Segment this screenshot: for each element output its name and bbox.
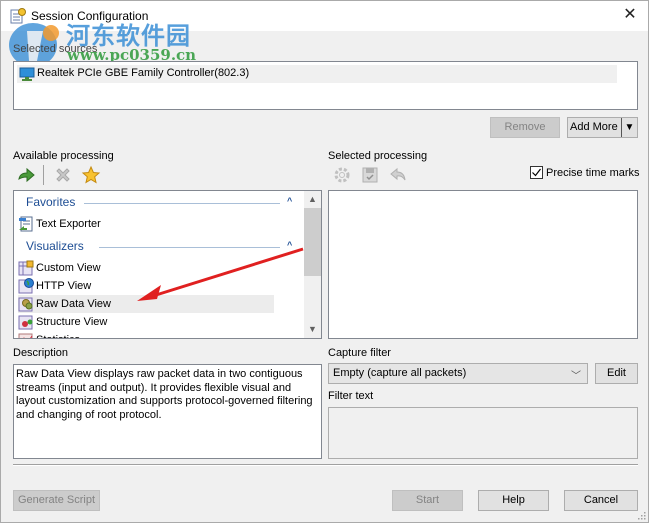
list-item-label: Custom View bbox=[36, 262, 101, 274]
group-header-favorites: Favorites bbox=[26, 195, 76, 209]
http-view-icon bbox=[18, 278, 34, 294]
group-divider bbox=[84, 203, 280, 204]
help-button[interactable]: Help bbox=[478, 490, 549, 511]
toolbar-divider bbox=[43, 165, 44, 185]
session-configuration-dialog: Session Configuration ✕ 河东软件园 www.pc0359… bbox=[0, 0, 649, 523]
annotation-arrow-icon bbox=[137, 247, 304, 301]
filter-text-box[interactable] bbox=[328, 407, 638, 459]
edit-filter-button[interactable]: Edit bbox=[595, 363, 638, 384]
list-item-label: HTTP View bbox=[36, 280, 92, 292]
raw-data-view-icon bbox=[18, 297, 33, 312]
group-header-visualizers: Visualizers bbox=[26, 239, 84, 253]
remove-button[interactable]: Remove bbox=[490, 117, 560, 138]
favorite-star-icon[interactable] bbox=[81, 165, 101, 185]
chevron-down-icon: ﹀ bbox=[571, 371, 581, 382]
footer-separator bbox=[13, 464, 638, 466]
list-item-structure-view[interactable]: Structure View bbox=[18, 313, 274, 331]
capture-filter-select[interactable]: Empty (capture all packets) ﹀ bbox=[328, 363, 588, 384]
scroll-up-icon[interactable]: ▲ bbox=[304, 191, 321, 208]
precise-time-marks-checkbox[interactable] bbox=[530, 166, 543, 179]
generate-script-button[interactable]: Generate Script bbox=[13, 490, 100, 511]
source-item-label: Realtek PCIe GBE Family Controller(802.3… bbox=[37, 67, 250, 79]
close-button[interactable]: ✕ bbox=[620, 5, 640, 25]
list-item-text-exporter[interactable]: Text Exporter bbox=[18, 215, 274, 233]
source-item[interactable]: Realtek PCIe GBE Family Controller(802.3… bbox=[17, 65, 617, 83]
structure-view-icon bbox=[18, 315, 33, 330]
list-item-label: Raw Data View bbox=[36, 298, 111, 310]
list-item-statistics[interactable]: Statistics bbox=[18, 331, 274, 338]
description-label: Description bbox=[13, 347, 69, 359]
add-more-button[interactable]: Add More ▼ bbox=[567, 117, 638, 138]
selected-sources-list[interactable]: Realtek PCIe GBE Family Controller(802.3… bbox=[13, 61, 638, 110]
precise-time-marks-label[interactable]: Precise time marks bbox=[546, 167, 640, 179]
available-processing-label: Available processing bbox=[13, 150, 114, 162]
capture-filter-selected: Empty (capture all packets) bbox=[333, 367, 467, 379]
network-adapter-icon bbox=[19, 67, 35, 81]
checkmark-icon bbox=[532, 168, 541, 177]
save-icon[interactable] bbox=[360, 165, 380, 185]
add-more-dropdown-icon[interactable]: ▼ bbox=[621, 118, 637, 137]
description-box: Raw Data View displays raw packet data i… bbox=[13, 364, 322, 459]
cancel-button[interactable]: Cancel bbox=[564, 490, 638, 511]
filter-text-label: Filter text bbox=[328, 390, 374, 402]
description-text: Raw Data View displays raw packet data i… bbox=[16, 368, 313, 421]
scroll-down-icon[interactable]: ▼ bbox=[304, 321, 321, 338]
list-item-label: Text Exporter bbox=[36, 218, 101, 230]
settings-gear-icon[interactable] bbox=[332, 165, 352, 185]
capture-filter-label: Capture filter bbox=[328, 347, 391, 359]
close-icon: ✕ bbox=[623, 6, 637, 23]
resize-grip-icon[interactable] bbox=[636, 510, 646, 520]
selected-processing-list[interactable] bbox=[328, 190, 638, 339]
collapse-favorites-icon[interactable]: ^ bbox=[287, 196, 292, 206]
start-button[interactable]: Start bbox=[392, 490, 463, 511]
text-exporter-icon bbox=[19, 216, 33, 232]
list-item-label: Statistics bbox=[36, 334, 80, 338]
custom-view-icon bbox=[18, 260, 34, 276]
selected-sources-label: Selected sources bbox=[13, 43, 98, 55]
selected-processing-label: Selected processing bbox=[328, 150, 428, 162]
add-processing-arrow-icon[interactable] bbox=[16, 165, 36, 185]
list-item-label: Structure View bbox=[36, 316, 108, 328]
statistics-icon bbox=[18, 333, 33, 338]
add-more-label: Add More bbox=[570, 121, 618, 133]
remove-processing-icon[interactable] bbox=[53, 165, 73, 185]
undo-arrow-icon[interactable] bbox=[388, 165, 408, 185]
